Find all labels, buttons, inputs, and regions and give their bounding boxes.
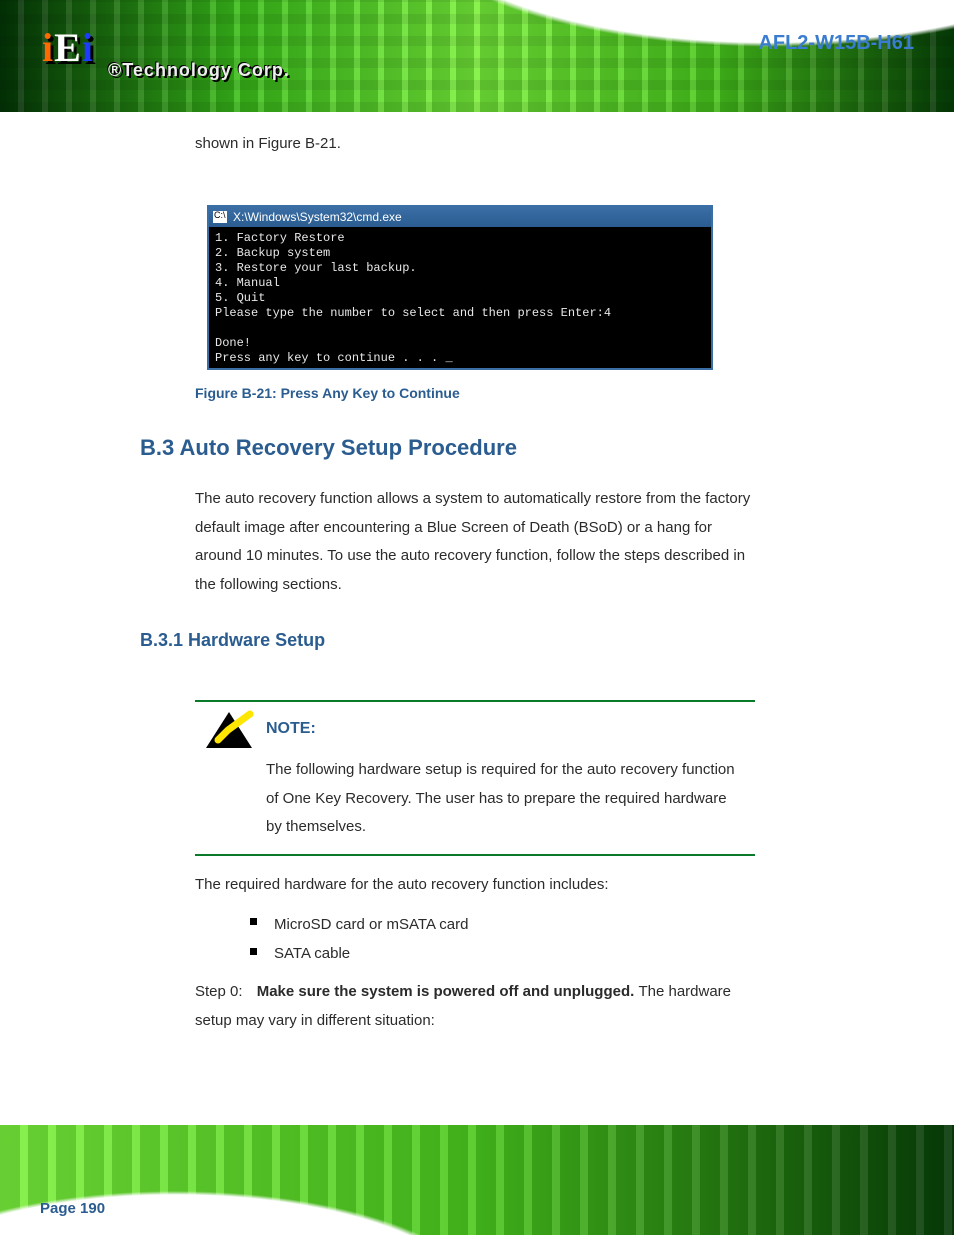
section-title: Auto Recovery Setup Procedure bbox=[180, 435, 517, 460]
logo-letter: i bbox=[82, 25, 94, 70]
logo-letter: E bbox=[54, 25, 82, 70]
list-item: SATA cable bbox=[250, 939, 469, 968]
note-rule-top bbox=[195, 700, 755, 702]
logo-letter: i bbox=[42, 25, 54, 70]
cmd-output: 1. Factory Restore 2. Backup system 3. R… bbox=[209, 227, 711, 370]
section-body: The auto recovery function allows a syst… bbox=[195, 485, 755, 599]
hardware-list: MicroSD card or mSATA card SATA cable bbox=[250, 910, 469, 969]
footer-banner bbox=[0, 1125, 954, 1235]
step-paragraph: Step 0: Make sure the system is powered … bbox=[195, 978, 755, 1035]
step-lead: Make sure the system is powered off and … bbox=[257, 983, 639, 1000]
company-logo: iEi bbox=[42, 24, 94, 71]
note-body: The following hardware setup is required… bbox=[266, 756, 746, 842]
cmd-titlebar: X:\Windows\System32\cmd.exe bbox=[209, 207, 711, 227]
subsection-heading: B.3.1 Hardware Setup bbox=[140, 630, 325, 651]
banner-swoosh bbox=[280, 0, 954, 112]
note-icon bbox=[204, 710, 254, 750]
page-number: Page 190 bbox=[40, 1200, 105, 1217]
continuation-text: shown in Figure B-21. bbox=[195, 130, 755, 159]
cmd-title-text: X:\Windows\System32\cmd.exe bbox=[233, 210, 402, 224]
product-name: AFL2-W15B-H61 bbox=[758, 32, 914, 55]
section-heading: B.3 Auto Recovery Setup Procedure bbox=[140, 435, 517, 461]
step-number: Step 0: bbox=[195, 983, 243, 1000]
cmd-icon bbox=[213, 211, 227, 223]
subsection-title: Hardware Setup bbox=[188, 630, 325, 650]
note-label: NOTE: bbox=[266, 720, 316, 738]
subsection-number: B.3.1 bbox=[140, 630, 183, 650]
hardware-list-intro: The required hardware for the auto recov… bbox=[195, 876, 609, 893]
note-rule-bottom bbox=[195, 854, 755, 856]
header-banner: iEi ®Technology Corp. AFL2-W15B-H61 bbox=[0, 0, 954, 112]
section-number: B.3 bbox=[140, 435, 174, 460]
cmd-screenshot: X:\Windows\System32\cmd.exe 1. Factory R… bbox=[207, 205, 713, 370]
company-tagline: ®Technology Corp. bbox=[108, 60, 290, 81]
figure-caption: Figure B-21: Press Any Key to Continue bbox=[195, 385, 460, 401]
list-item: MicroSD card or mSATA card bbox=[250, 910, 469, 939]
